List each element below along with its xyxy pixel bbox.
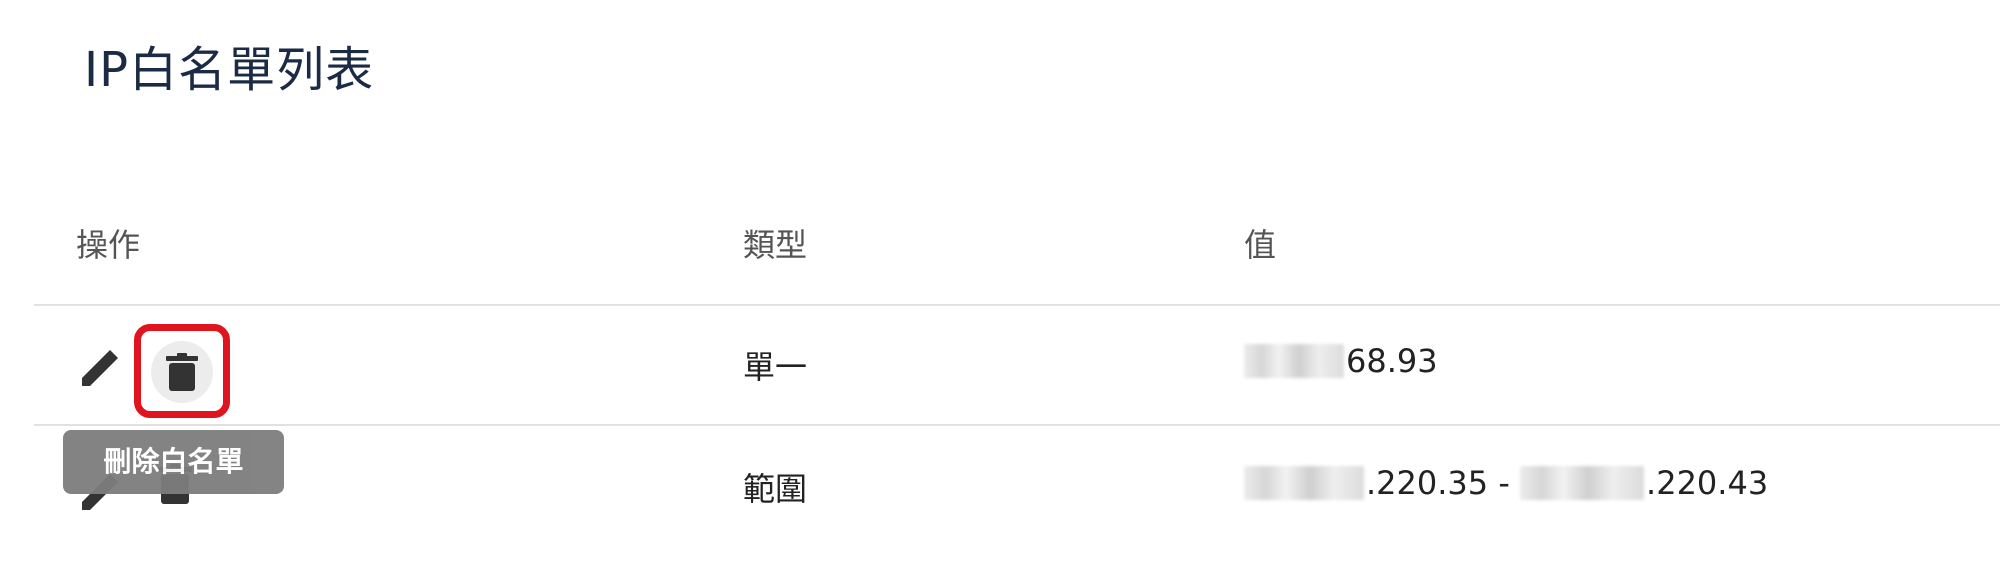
column-header-type: 類型: [743, 226, 808, 264]
delete-tooltip: 刪除白名單: [63, 430, 284, 494]
type-cell: 單一: [743, 348, 808, 386]
redacted-text: [1520, 466, 1645, 500]
value-text: 68.93: [1346, 342, 1438, 380]
range-separator: -: [1488, 464, 1521, 502]
column-header-actions: 操作: [76, 226, 141, 264]
trash-icon: [166, 353, 198, 391]
column-header-value: 值: [1244, 226, 1277, 264]
type-cell: 範圍: [743, 470, 808, 508]
value-cell: 68.93: [1244, 342, 1438, 380]
table-row: 範圍 .220.35 - .220.43: [34, 426, 2000, 546]
page-title: IP白名單列表: [84, 42, 375, 98]
table-header: 操作 類型 值: [34, 220, 2000, 306]
edit-button[interactable]: [80, 344, 122, 386]
pencil-icon: [82, 350, 118, 386]
delete-button-hover-bg: [151, 341, 213, 403]
value-start-text: .220.35: [1366, 464, 1489, 502]
redacted-text: [1244, 466, 1364, 500]
redacted-text: [1244, 344, 1344, 378]
ip-whitelist-page: IP白名單列表 操作 類型 值 單一 68.93 範圍 .220.35 - .2…: [0, 0, 2000, 579]
value-end-text: .220.43: [1646, 464, 1769, 502]
value-cell: .220.35 - .220.43: [1244, 464, 1768, 502]
delete-button[interactable]: [134, 324, 230, 418]
table-row: 單一 68.93: [34, 304, 2000, 426]
